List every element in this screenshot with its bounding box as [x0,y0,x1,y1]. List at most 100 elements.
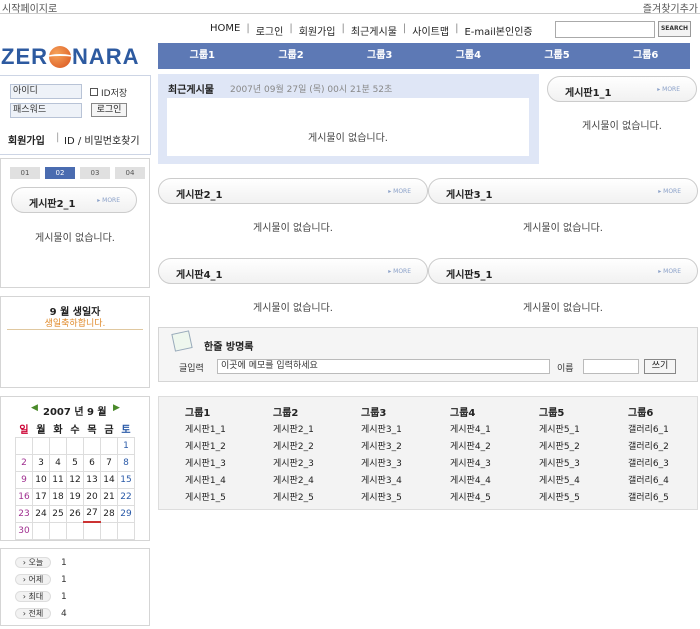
group-board-link[interactable]: 게시판2_5 [273,490,314,507]
more-link[interactable]: ▸ MORE [97,197,120,204]
search-button[interactable]: SEARCH [658,21,691,37]
tab-02[interactable]: 02 [45,167,75,179]
group-board-link[interactable]: 게시판5_2 [539,439,580,456]
calendar-day[interactable]: 15 [117,470,135,489]
nav-group-6[interactable]: 그룹6 [601,43,690,69]
group-board-link[interactable]: 게시판1_4 [185,473,226,490]
group-board-link[interactable]: 갤러리6_1 [628,422,669,439]
group-board-link[interactable]: 갤러리6_4 [628,473,669,490]
group-board-link[interactable]: 게시판3_4 [361,473,402,490]
more-link[interactable]: ▸ MORE [388,188,411,195]
join-link[interactable]: 회원가입 [8,132,45,147]
calendar-day[interactable]: 17 [32,487,50,506]
prev-month-icon[interactable]: ◀ [31,403,38,413]
calendar-day[interactable]: 23 [15,504,33,523]
group-board-link[interactable]: 갤러리6_3 [628,456,669,473]
more-link[interactable]: ▸ MORE [657,86,680,93]
group-board-link[interactable]: 게시판1_3 [185,456,226,473]
board-title[interactable]: 게시판2_1 [176,186,223,201]
group-title[interactable]: 그룹4 [450,405,491,422]
group-board-link[interactable]: 게시판3_5 [361,490,402,507]
nav-join[interactable]: 회원가입 [299,23,336,38]
login-button[interactable]: 로그인 [91,103,127,117]
group-board-link[interactable]: 게시판1_1 [185,422,226,439]
logo[interactable]: ZER NARA [1,44,151,70]
more-link[interactable]: ▸ MORE [388,268,411,275]
calendar-day[interactable]: 14 [100,470,118,489]
calendar-day[interactable]: 25 [49,504,67,523]
calendar-day[interactable]: 9 [15,470,33,489]
nav-login[interactable]: 로그인 [256,23,284,38]
calendar-day[interactable]: 3 [32,453,50,472]
group-title[interactable]: 그룹6 [628,405,669,422]
tab-04[interactable]: 04 [115,167,145,179]
group-title[interactable]: 그룹5 [539,405,580,422]
calendar-day[interactable]: 1 [117,436,135,455]
group-board-link[interactable]: 게시판5_5 [539,490,580,507]
calendar-day[interactable]: 6 [83,453,101,472]
nav-group-4[interactable]: 그룹4 [424,43,513,69]
next-month-icon[interactable]: ▶ [113,403,120,413]
calendar-day[interactable]: 13 [83,470,101,489]
group-board-link[interactable]: 게시판4_4 [450,473,491,490]
calendar-day[interactable]: 16 [15,487,33,506]
group-board-link[interactable]: 게시판5_4 [539,473,580,490]
guestbook-name-input[interactable] [583,359,639,374]
nav-home[interactable]: HOME [210,23,240,38]
board-title[interactable]: 게시판1_1 [565,84,612,99]
calendar-day[interactable]: 18 [49,487,67,506]
calendar-day[interactable]: 29 [117,504,135,523]
board-title[interactable]: 게시판3_1 [446,186,493,201]
nav-group-1[interactable]: 그룹1 [158,43,247,69]
group-board-link[interactable]: 게시판2_1 [273,422,314,439]
nav-email-verify[interactable]: E-mail본인인증 [464,23,532,38]
calendar-day[interactable]: 2 [15,453,33,472]
nav-group-2[interactable]: 그룹2 [247,43,336,69]
calendar-day[interactable]: 22 [117,487,135,506]
calendar-day[interactable]: 8 [117,453,135,472]
calendar-day[interactable]: 12 [66,470,84,489]
calendar-day[interactable]: 20 [83,487,101,506]
calendar-day[interactable]: 27 [83,504,101,523]
group-board-link[interactable]: 게시판1_5 [185,490,226,507]
board-title[interactable]: 게시판4_1 [176,266,223,281]
guestbook-memo-input[interactable]: 이곳에 메모를 입력하세요 [217,359,550,374]
group-board-link[interactable]: 게시판2_4 [273,473,314,490]
group-title[interactable]: 그룹2 [273,405,314,422]
calendar-day[interactable]: 28 [100,504,118,523]
board-title[interactable]: 게시판2_1 [29,195,76,210]
find-account-link[interactable]: ID / 비밀번호찾기 [64,132,140,147]
id-input[interactable]: 아이디 [10,84,82,99]
nav-recent[interactable]: 최근게시물 [351,23,397,38]
group-board-link[interactable]: 게시판1_2 [185,439,226,456]
nav-group-3[interactable]: 그룹3 [335,43,424,69]
password-input[interactable]: 패스워드 [10,103,82,118]
tab-01[interactable]: 01 [10,167,40,179]
calendar-day[interactable]: 30 [15,521,33,540]
nav-sitemap[interactable]: 사이트맵 [412,23,449,38]
group-board-link[interactable]: 게시판2_3 [273,456,314,473]
calendar-day[interactable]: 24 [32,504,50,523]
group-board-link[interactable]: 게시판4_3 [450,456,491,473]
calendar-day[interactable]: 7 [100,453,118,472]
guestbook-write-button[interactable]: 쓰기 [644,359,676,374]
calendar-day[interactable]: 5 [66,453,84,472]
calendar-day[interactable]: 26 [66,504,84,523]
search-input[interactable] [555,21,655,38]
group-title[interactable]: 그룹1 [185,405,226,422]
group-board-link[interactable]: 게시판4_1 [450,422,491,439]
group-title[interactable]: 그룹3 [361,405,402,422]
more-link[interactable]: ▸ MORE [658,268,681,275]
calendar-day[interactable]: 10 [32,470,50,489]
calendar-day[interactable]: 21 [100,487,118,506]
group-board-link[interactable]: 게시판2_2 [273,439,314,456]
group-board-link[interactable]: 게시판3_2 [361,439,402,456]
more-link[interactable]: ▸ MORE [658,188,681,195]
group-board-link[interactable]: 게시판3_1 [361,422,402,439]
calendar-day[interactable]: 4 [49,453,67,472]
group-board-link[interactable]: 게시판5_1 [539,422,580,439]
group-board-link[interactable]: 갤러리6_5 [628,490,669,507]
group-board-link[interactable]: 갤러리6_2 [628,439,669,456]
board-title[interactable]: 게시판5_1 [446,266,493,281]
save-id-checkbox[interactable] [90,88,98,96]
